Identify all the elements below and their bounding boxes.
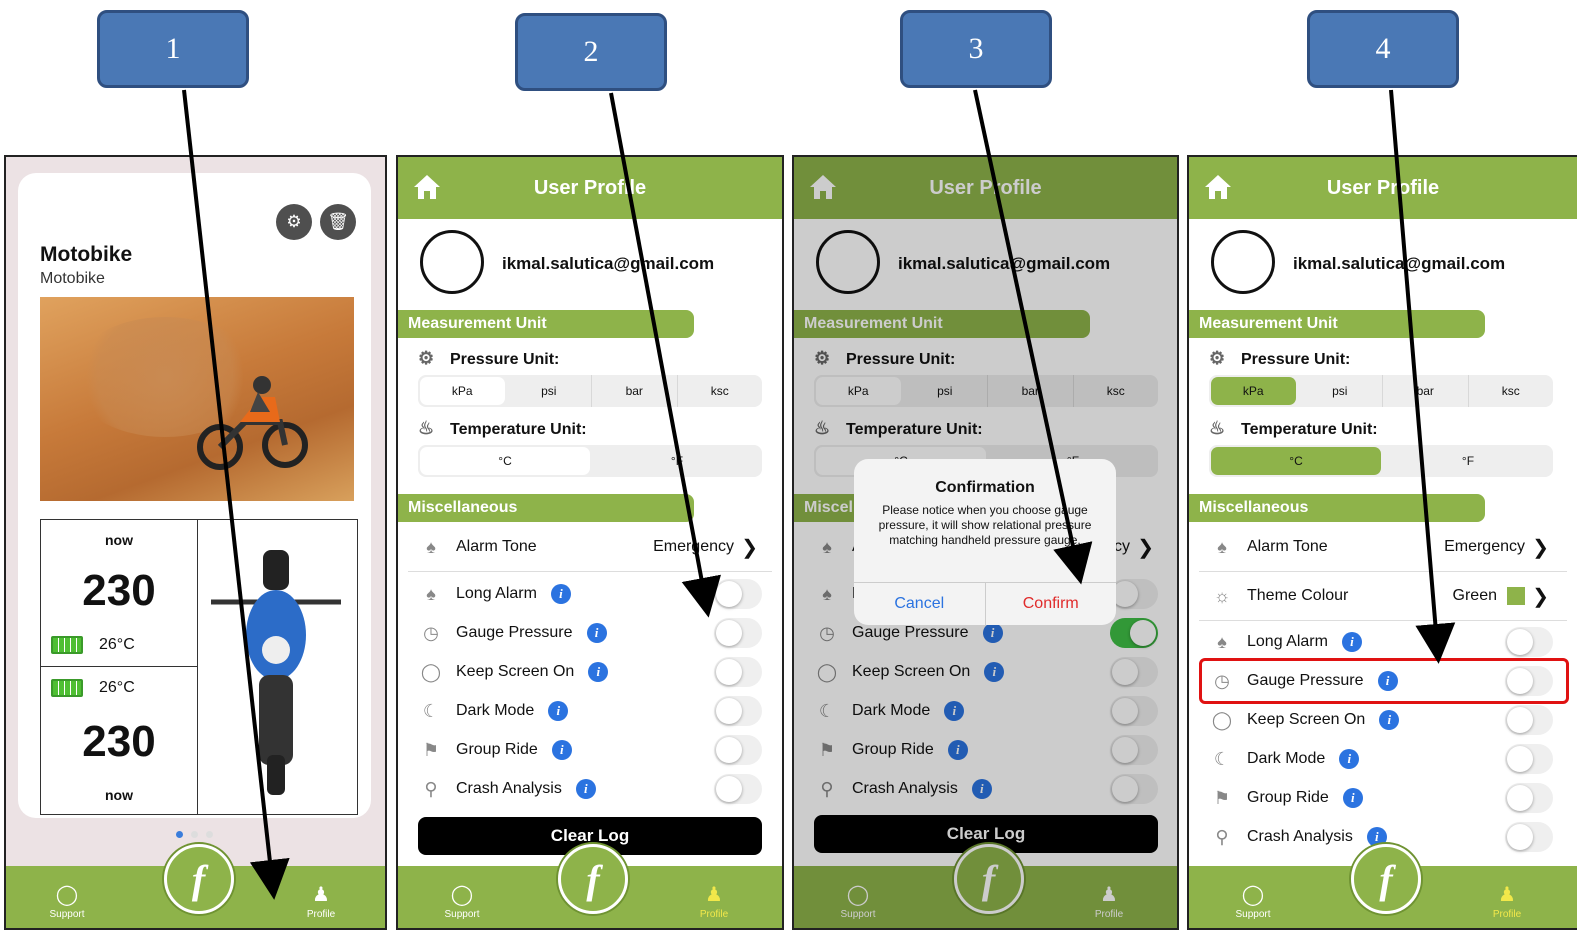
instruction-arrows <box>182 89 1456 900</box>
arrow-2 <box>609 92 722 618</box>
arrow-4 <box>1389 89 1456 664</box>
arrow-1 <box>182 89 290 900</box>
arrow-3 <box>973 89 1093 585</box>
